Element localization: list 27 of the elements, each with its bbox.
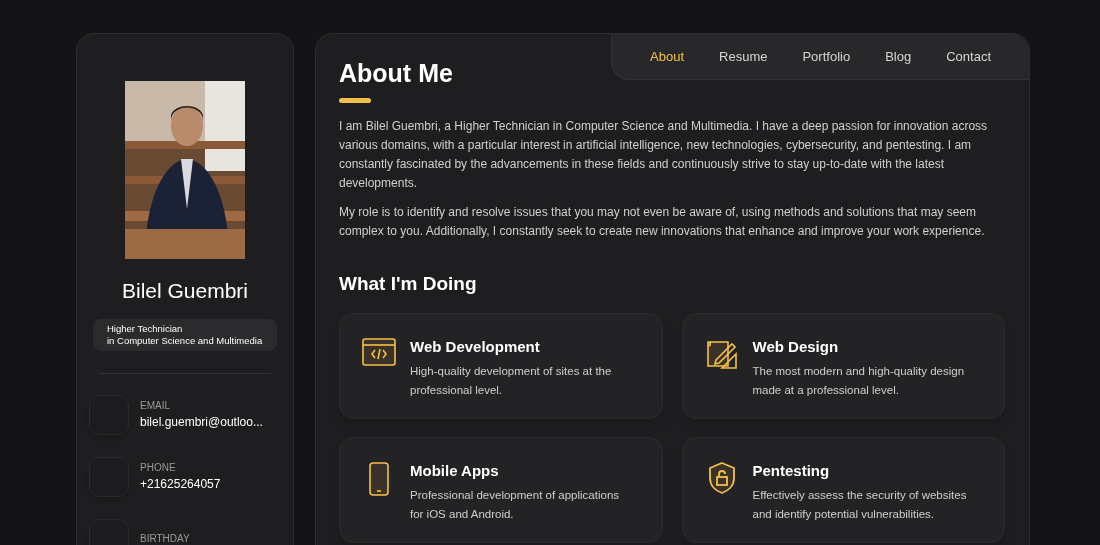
service-title: Web Development [410, 336, 541, 357]
heading-underline [339, 98, 371, 103]
service-description: Professional development of applications for iOS and Android. [410, 488, 621, 522]
shield-lock-icon [707, 461, 736, 494]
service-title: Pentesting [752, 460, 831, 481]
about-paragraph: I am Bilel Guembri, a Higher Technician in Computer Science and Multimedia. I have a deep passion for innovation across various domains, with a particular interest in artificial intelligence, new technologies, cybersecurity, and pentesting. I am constantly fascinated by the advancements in these fields and continuously strive to stay up-to-date with the latest developments. [339, 118, 989, 192]
service-description: Effectively assess the security of websites and identify potential vulnerabilities. [752, 488, 968, 522]
service-description: The most modern and high-quality design made at a professional level. [752, 364, 966, 398]
title-badge: Higher Technician in Computer Science and Multimedia [93, 318, 277, 351]
code-window-icon [362, 337, 396, 366]
service-description: High-quality development of sites at the professional level. [410, 364, 613, 398]
nav-link[interactable]: Blog [885, 46, 912, 67]
nav-link[interactable]: Resume [719, 46, 768, 67]
nav-link[interactable]: Portfolio [802, 46, 851, 67]
nav-link[interactable]: Contact [946, 46, 991, 67]
contact-value: bilel.guembri@outloo... [140, 414, 263, 431]
section-heading: What I'm Doing [339, 272, 478, 296]
service-title: Mobile Apps [410, 460, 500, 481]
contact-value: +21625264057 [140, 476, 221, 493]
contact-label: BIRTHDAY [140, 532, 190, 545]
about-paragraph: My role is to identify and resolve issues that you may not even be aware of, using methods and solutions that may seem complex to you. Additionally, I constantly seek to create new innovations that enhance and improve your work experience. [339, 204, 986, 240]
profile-name: Bilel Guembri [121, 278, 248, 304]
contact-label: EMAIL [140, 399, 171, 413]
service-title: Web Design [752, 336, 840, 357]
smartphone-icon [369, 461, 389, 496]
contact-label: PHONE [140, 461, 177, 475]
nav-link[interactable]: About [650, 46, 685, 67]
